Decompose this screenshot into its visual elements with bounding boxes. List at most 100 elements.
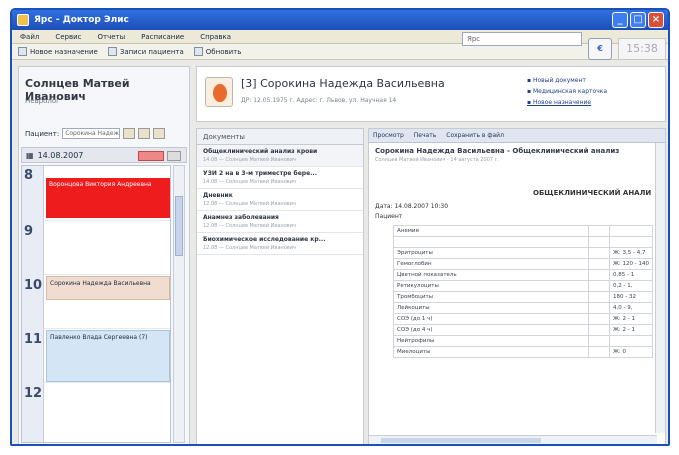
table-row: СОЭ (до 4 ч) Ж: 2 - 1 bbox=[392, 324, 654, 336]
result-result bbox=[588, 236, 610, 248]
documents-header: Документы bbox=[197, 129, 363, 145]
result-name: Лейкоциты bbox=[392, 302, 590, 314]
new-appointment-button[interactable]: Новое назначение bbox=[18, 47, 98, 56]
result-name: Ретикулоциты bbox=[392, 280, 590, 292]
result-norm: 180 - 32 bbox=[608, 291, 654, 303]
result-name: Цветной показатель bbox=[392, 269, 590, 281]
document-item[interactable]: УЗИ 2 на в 3-м триместре бере... 14.08 —… bbox=[197, 167, 363, 189]
appointment-item[interactable]: Павленко Влада Сергеевна (7) bbox=[46, 330, 170, 382]
patient-selector: Пациент: Сорокина Надежда bbox=[25, 127, 185, 140]
menu-file[interactable]: Файл bbox=[20, 33, 39, 41]
result-name bbox=[392, 236, 590, 248]
new-appointment-link[interactable]: Новое назначение bbox=[527, 97, 607, 108]
report-vertical-scrollbar[interactable] bbox=[655, 143, 665, 433]
window-controls: _ □ × bbox=[612, 12, 664, 28]
today-button[interactable] bbox=[138, 151, 164, 161]
edit-patient-button[interactable] bbox=[138, 128, 151, 139]
table-row: СОЭ (до 1 ч) Ж: 2 - 1 bbox=[392, 313, 654, 325]
patient-info: ДР: 12.05.1975 г. Адрес: г. Львов, ул. Н… bbox=[241, 97, 397, 104]
patient-label: Пациент: bbox=[25, 129, 60, 138]
report-heading: ОБЩЕКЛИНИЧЕСКИЙ АНАЛИ bbox=[533, 189, 652, 197]
table-row: Эритроциты Ж: 3,5 - 4,7 bbox=[392, 247, 654, 259]
scrollbar-thumb[interactable] bbox=[175, 196, 183, 256]
refresh-button[interactable]: Обновить bbox=[193, 47, 241, 56]
result-norm: 4,0 - 9, bbox=[608, 302, 654, 314]
document-item[interactable]: Общеклинический анализ крови 14.08 — Сол… bbox=[197, 145, 363, 167]
calendar-icon[interactable]: ▦ bbox=[26, 151, 34, 160]
save-to-file-button[interactable]: Сохранить в файл bbox=[446, 132, 504, 139]
report-subtitle: Солнцев Матвей Иванович - 14 августа 200… bbox=[375, 157, 499, 163]
new-document-link[interactable]: Новый документ bbox=[527, 75, 607, 86]
report-title: Сорокина Надежда Васильевна - Общеклинич… bbox=[375, 147, 620, 155]
schedule-scrollbar[interactable] bbox=[173, 165, 185, 443]
hour-divider bbox=[44, 328, 170, 329]
table-row: Лейкоциты 4,0 - 9, bbox=[392, 302, 654, 314]
clock: 15:38 bbox=[618, 38, 666, 60]
document-item[interactable]: Дневник 12.08 — Солнцев Матвей Иванович bbox=[197, 189, 363, 211]
hour-label: 11 bbox=[24, 332, 43, 347]
hour-column: 8 9 10 11 12 bbox=[22, 166, 44, 442]
hour-label: 8 bbox=[24, 168, 34, 183]
maximize-button[interactable]: □ bbox=[630, 12, 646, 28]
result-norm: Ж: 2 - 1 bbox=[608, 313, 654, 325]
schedule-date[interactable]: 14.08.2007 bbox=[38, 151, 84, 160]
report-patient: Пациент bbox=[375, 213, 403, 220]
result-name: СОЭ (до 1 ч) bbox=[392, 313, 590, 325]
table-row: Тромбоциты 180 - 32 bbox=[392, 291, 654, 303]
result-name: Нейтрофилы bbox=[392, 335, 590, 347]
title-bar: Ярс - Доктор Элис _ □ × bbox=[12, 10, 668, 30]
print-button[interactable]: Печать bbox=[414, 132, 436, 139]
result-name: Анемия bbox=[392, 225, 590, 237]
hour-divider bbox=[44, 220, 170, 221]
report-horizontal-scrollbar[interactable] bbox=[369, 435, 657, 444]
medical-card-link[interactable]: Медицинская карточка bbox=[527, 86, 607, 97]
result-result bbox=[588, 313, 610, 325]
result-result bbox=[588, 291, 610, 303]
appointment-item[interactable]: Сорокина Надежда Васильевна bbox=[46, 276, 170, 300]
hour-label: 9 bbox=[24, 224, 34, 239]
doctor-role: Невролог bbox=[25, 97, 60, 105]
appointment-item[interactable]: Воронцова Виктория Андреевна bbox=[46, 178, 170, 218]
result-norm: 0,85 - 1 bbox=[608, 269, 654, 281]
document-item[interactable]: Биохимическое исследование кр... 12.08 —… bbox=[197, 233, 363, 255]
result-norm bbox=[608, 225, 654, 237]
result-result bbox=[588, 335, 610, 347]
result-result bbox=[588, 280, 610, 292]
result-norm: Ж: 0 bbox=[608, 346, 654, 358]
result-result bbox=[588, 324, 610, 336]
menu-schedule[interactable]: Расписание bbox=[141, 33, 184, 41]
result-result bbox=[588, 302, 610, 314]
patient-header: [3] Сорокина Надежда Васильевна ДР: 12.0… bbox=[196, 66, 666, 122]
table-row: Ретикулоциты 0,2 - 1, bbox=[392, 280, 654, 292]
menu-help[interactable]: Справка bbox=[200, 33, 231, 41]
preview-button[interactable]: Просмотр bbox=[373, 132, 404, 139]
clear-patient-button[interactable] bbox=[153, 128, 166, 139]
close-button[interactable]: × bbox=[648, 12, 664, 28]
result-norm: Ж: 120 - 140 bbox=[608, 258, 654, 270]
table-row: Миелоциты Ж: 0 bbox=[392, 346, 654, 358]
report-date: Дата: 14.08.2007 10:30 bbox=[375, 203, 449, 210]
hour-label: 12 bbox=[24, 386, 43, 401]
result-result bbox=[588, 258, 610, 270]
globe-icon[interactable]: € bbox=[588, 38, 612, 60]
minimize-button[interactable]: _ bbox=[612, 12, 628, 28]
new-appointment-icon bbox=[18, 47, 27, 56]
find-patient-button[interactable] bbox=[123, 128, 136, 139]
document-item[interactable]: Анамнез заболевания 12.08 — Солнцев Матв… bbox=[197, 211, 363, 233]
schedule-date-bar: ▦ 14.08.2007 bbox=[21, 147, 187, 163]
table-row bbox=[392, 236, 654, 248]
patient-title: [3] Сорокина Надежда Васильевна bbox=[241, 77, 445, 90]
next-day-button[interactable] bbox=[167, 151, 181, 161]
schedule-grid[interactable]: 8 9 10 11 12 Воронцова Виктория Андреевн… bbox=[21, 165, 171, 443]
app-icon bbox=[17, 14, 29, 26]
menu-reports[interactable]: Отчеты bbox=[98, 33, 126, 41]
result-result bbox=[588, 346, 610, 358]
patient-input[interactable]: Сорокина Надежда bbox=[62, 128, 121, 139]
menu-service[interactable]: Сервис bbox=[55, 33, 81, 41]
patient-records-button[interactable]: Записи пациента bbox=[107, 47, 184, 56]
scrollbar-thumb[interactable] bbox=[381, 438, 541, 443]
result-norm: Ж: 2 - 1 bbox=[608, 324, 654, 336]
result-name: Миелоциты bbox=[392, 346, 590, 358]
search-input[interactable]: Ярс bbox=[462, 32, 582, 46]
result-norm bbox=[608, 236, 654, 248]
